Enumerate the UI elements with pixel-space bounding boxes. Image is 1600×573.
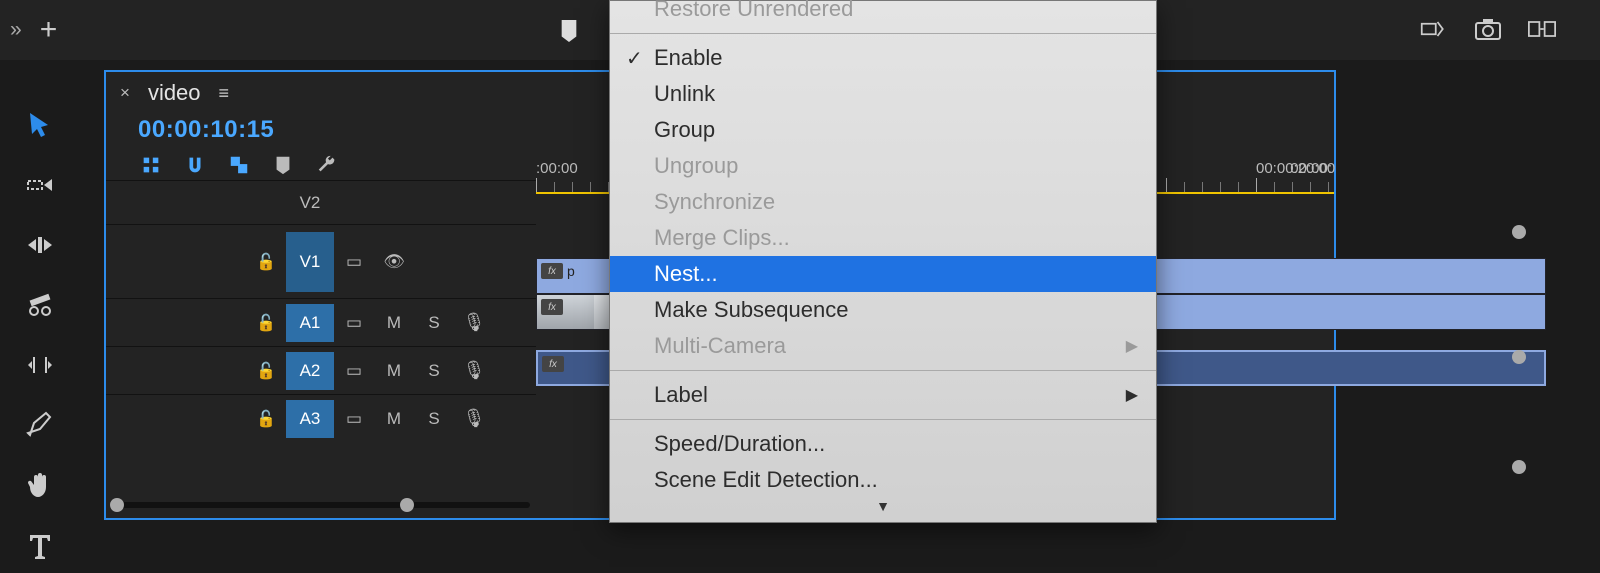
track-select-tool[interactable] (15, 164, 65, 206)
vscroll-knob[interactable] (1512, 460, 1526, 474)
sync-lock-icon[interactable]: ▭ (334, 252, 374, 272)
ripple-edit-tool[interactable] (15, 224, 65, 266)
solo-button[interactable]: S (414, 409, 454, 429)
clip-context-menu: Restore Unrendered ✓Enable Unlink Group … (609, 0, 1157, 523)
razor-tool[interactable] (15, 284, 65, 326)
fx-badge: fx (542, 356, 564, 372)
track-label[interactable]: A1 (286, 304, 334, 342)
track-a1[interactable]: 🔓 A1 ▭ M S 🎙 (106, 298, 536, 346)
menu-synchronize: Synchronize (610, 184, 1156, 220)
menu-nest[interactable]: Nest... (610, 256, 1156, 292)
track-v2[interactable]: V2 (106, 180, 536, 224)
track-label[interactable]: A2 (286, 352, 334, 390)
menu-separator (610, 33, 1156, 34)
comparison-view-icon[interactable] (1528, 15, 1556, 43)
submenu-arrow-icon: ▶ (1126, 336, 1138, 356)
hand-tool[interactable] (15, 464, 65, 506)
selection-tool[interactable] (15, 104, 65, 146)
sequence-name[interactable]: video (148, 80, 201, 106)
toolbox (0, 76, 80, 566)
menu-group[interactable]: Group (610, 112, 1156, 148)
lock-icon[interactable]: 🔓 (246, 409, 286, 429)
track-label[interactable]: V2 (286, 184, 334, 222)
timeline-zoom-scrollbar[interactable] (110, 498, 530, 512)
voice-over-icon[interactable]: 🎙 (454, 312, 494, 333)
mute-button[interactable]: M (374, 361, 414, 381)
track-label[interactable]: V1 (286, 232, 334, 292)
panel-overflow-chevrons[interactable]: » (10, 18, 18, 42)
mute-button[interactable]: M (374, 313, 414, 333)
vscroll-knob[interactable] (1512, 225, 1526, 239)
close-sequence-icon[interactable]: × (120, 83, 130, 103)
menu-scene-edit-detection[interactable]: Scene Edit Detection... (610, 462, 1156, 498)
solo-button[interactable]: S (414, 361, 454, 381)
top-right-tool-icons (1420, 15, 1556, 43)
track-a3[interactable]: 🔓 A3 ▭ M S 🎙 (106, 394, 536, 442)
sync-lock-icon[interactable]: ▭ (334, 313, 374, 333)
marker-icon[interactable] (558, 18, 580, 49)
menu-restore-unrendered: Restore Unrendered (610, 0, 1156, 27)
snap-icon[interactable] (184, 154, 206, 181)
sync-lock-icon[interactable]: ▭ (334, 361, 374, 381)
track-headers: V2 🔓 V1 ▭ 👁 🔓 A1 ▭ M S 🎙 🔓 A2 ▭ M S 🎙 (106, 180, 536, 442)
panel-menu-icon[interactable]: ≡ (219, 83, 230, 104)
add-marker-icon[interactable] (272, 154, 294, 181)
ruler-label: 00:00: (1290, 160, 1332, 177)
fx-badge: fx (541, 263, 563, 279)
track-a2[interactable]: 🔓 A2 ▭ M S 🎙 (106, 346, 536, 394)
lock-icon[interactable]: 🔓 (246, 361, 286, 381)
menu-merge-clips: Merge Clips... (610, 220, 1156, 256)
slip-tool[interactable] (15, 344, 65, 386)
insert-overwrite-icon[interactable] (140, 154, 162, 181)
ruler-label: :00:00 (536, 160, 578, 177)
menu-unlink[interactable]: Unlink (610, 76, 1156, 112)
linked-selection-icon[interactable] (228, 154, 250, 181)
voice-over-icon[interactable]: 🎙 (454, 360, 494, 381)
menu-enable[interactable]: ✓Enable (610, 40, 1156, 76)
menu-multi-camera: Multi-Camera▶ (610, 328, 1156, 364)
check-icon: ✓ (626, 46, 643, 71)
vscroll-knob[interactable] (1512, 350, 1526, 364)
menu-separator (610, 370, 1156, 371)
track-v1[interactable]: 🔓 V1 ▭ 👁 (106, 224, 536, 298)
menu-speed-duration[interactable]: Speed/Duration... (610, 426, 1156, 462)
zoom-handle-left[interactable] (110, 498, 124, 512)
menu-ungroup: Ungroup (610, 148, 1156, 184)
add-panel-plus[interactable]: + (40, 13, 58, 47)
camera-icon[interactable] (1474, 15, 1502, 43)
solo-button[interactable]: S (414, 313, 454, 333)
sync-lock-icon[interactable]: ▭ (334, 409, 374, 429)
settings-wrench-icon[interactable] (316, 154, 338, 181)
track-label[interactable]: A3 (286, 400, 334, 438)
export-frame-icon[interactable] (1420, 15, 1448, 43)
menu-make-subsequence[interactable]: Make Subsequence (610, 292, 1156, 328)
menu-label[interactable]: Label▶ (610, 377, 1156, 413)
type-tool[interactable] (15, 524, 65, 566)
menu-scroll-down-icon[interactable]: ▼ (610, 498, 1156, 514)
lock-icon[interactable]: 🔓 (246, 252, 286, 272)
voice-over-icon[interactable]: 🎙 (454, 408, 494, 429)
lock-icon[interactable]: 🔓 (246, 313, 286, 333)
mute-button[interactable]: M (374, 409, 414, 429)
fx-badge: fx (541, 299, 563, 315)
pen-tool[interactable] (15, 404, 65, 446)
zoom-handle-right[interactable] (400, 498, 414, 512)
menu-separator (610, 419, 1156, 420)
submenu-arrow-icon: ▶ (1126, 385, 1138, 405)
toggle-output-icon[interactable]: 👁 (374, 252, 414, 272)
